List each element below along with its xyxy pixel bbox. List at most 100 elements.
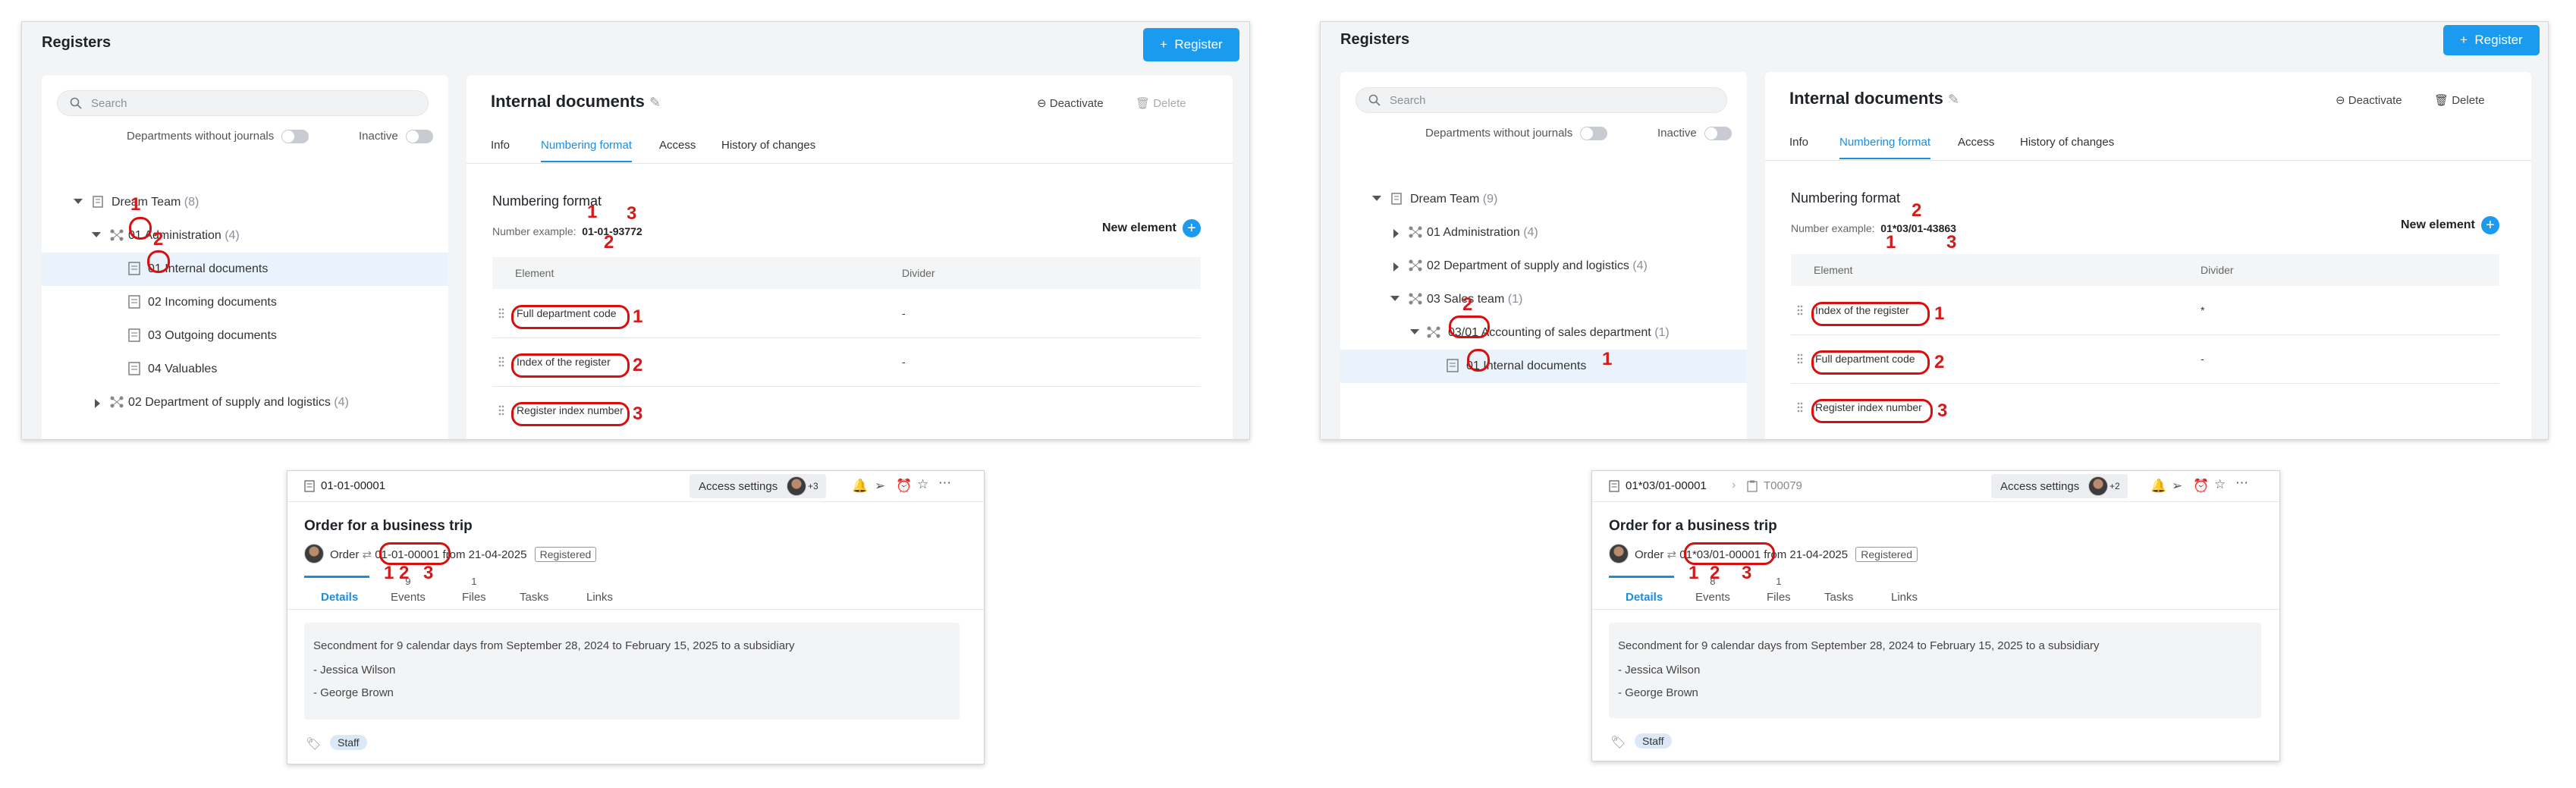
register-details: Internal documents ✎ ⊖ Deactivate 🗑 Dele… [1765, 72, 2531, 439]
tab-info[interactable]: Info [1789, 136, 1808, 158]
toggle-inactive[interactable]: Inactive [1657, 127, 1732, 141]
delete-button[interactable]: 🗑 Delete [1136, 96, 1186, 110]
tab-numbering-format[interactable]: Numbering format [541, 139, 633, 162]
tree-item-administration[interactable]: 01 Administration (4) [42, 219, 448, 253]
tab-info[interactable]: Info [491, 139, 510, 161]
toggle-switch[interactable] [1580, 127, 1608, 141]
tree-item-accounting-sales[interactable]: 03/01 Accounting of sales department (1) [1340, 316, 1747, 350]
tree-item-incoming-documents[interactable]: 02 Incoming documents [42, 286, 448, 319]
annotation-number: 2 [1912, 200, 1922, 221]
annotation-number: 1 [1934, 303, 1945, 324]
register-button[interactable]: + Register [1143, 28, 1239, 61]
toggle-switch[interactable] [1704, 127, 1732, 141]
annotation-ring [147, 250, 170, 273]
tab-links[interactable]: Links [586, 591, 613, 604]
tab-files[interactable]: 1 Files [1767, 576, 1791, 604]
drag-handle-icon[interactable] [1797, 305, 1803, 316]
access-settings-button[interactable]: Access settings +3 [690, 474, 826, 498]
tab-events[interactable]: 8 Events [1695, 576, 1730, 604]
tag-badge[interactable]: Staff [330, 735, 367, 750]
tree-item-internal-documents[interactable]: 01 Internal documents [1340, 350, 1747, 383]
tab-files[interactable]: 1 Files [462, 576, 486, 604]
annotation-ring [1811, 350, 1930, 375]
deactivate-button[interactable]: ⊖ Deactivate [2336, 93, 2402, 107]
content-line: Secondment for 9 calendar days from Sept… [313, 639, 795, 652]
deactivate-button[interactable]: ⊖ Deactivate [1037, 96, 1104, 110]
annotation-ring [1811, 302, 1930, 326]
column-header: Element [1814, 264, 1853, 276]
tree-item-supply-logistics[interactable]: 02 Department of supply and logistics (4… [1340, 250, 1747, 283]
chevron-down-icon[interactable] [1372, 196, 1381, 201]
tab-links[interactable]: Links [1891, 591, 1918, 604]
tree-item-internal-documents[interactable]: 01 Internal documents [42, 253, 448, 286]
drag-handle-icon[interactable] [1797, 353, 1803, 364]
chevron-down-icon[interactable] [74, 199, 83, 204]
tab-tasks[interactable]: Tasks [520, 591, 548, 604]
access-settings-button[interactable]: Access settings +2 [1991, 474, 2128, 498]
bell-icon[interactable]: 🔔 [852, 479, 868, 494]
tree-item-outgoing-documents[interactable]: 03 Outgoing documents [42, 319, 448, 353]
tab-details[interactable]: Details [321, 591, 358, 604]
tree-item-valuables[interactable]: 04 Valuables [42, 353, 448, 386]
tab-history[interactable]: History of changes [721, 139, 815, 161]
clock-icon[interactable]: ⏰ [896, 479, 912, 494]
document-card-left: 01-01-00001 Access settings +3 🔔 ➢ ⏰ ☆ ⋯… [287, 470, 985, 764]
linked-document[interactable]: T00079 [1764, 479, 1802, 492]
toggle-switch[interactable] [405, 130, 433, 144]
toggle-departments[interactable]: Departments without journals [1425, 127, 1608, 141]
tab-access[interactable]: Access [1958, 136, 1994, 158]
tree-item-sales-team[interactable]: 03 Sales team (1) [1340, 283, 1747, 316]
toggle-inactive-label: Inactive [1657, 127, 1697, 140]
annotation-number: 3 [627, 203, 637, 224]
bell-icon[interactable]: 🔔 [2150, 479, 2166, 494]
toggle-inactive[interactable]: Inactive [359, 130, 433, 144]
divider [1592, 609, 2279, 610]
tree-item-supply-logistics[interactable]: 02 Department of supply and logistics (4… [42, 386, 448, 419]
annotation-ring [1684, 542, 1775, 565]
annotation-number: 1 [1602, 349, 1613, 369]
tree-item-dream-team[interactable]: Dream Team (8) [42, 186, 448, 219]
pencil-icon[interactable]: ✎ [1948, 92, 1959, 107]
tab-tasks[interactable]: Tasks [1824, 591, 1853, 604]
register-button[interactable]: + Register [2443, 25, 2540, 55]
delete-button[interactable]: 🗑 Delete [2434, 93, 2485, 107]
drag-handle-icon[interactable] [498, 308, 504, 319]
drag-handle-icon[interactable] [498, 405, 504, 416]
annotation-number: 1 [1689, 563, 1699, 583]
new-element-button[interactable]: New element + [2401, 216, 2499, 234]
star-icon[interactable]: ☆ [917, 477, 928, 492]
tab-numbering-format[interactable]: Numbering format [1839, 136, 1931, 159]
new-element-button[interactable]: New element + [1102, 219, 1201, 237]
search-input[interactable]: Search [1356, 87, 1727, 113]
journal-icon [128, 295, 140, 309]
clock-icon[interactable]: ⏰ [2193, 479, 2209, 494]
toggle-departments[interactable]: Departments without journals [127, 130, 309, 144]
send-icon[interactable]: ➢ [875, 479, 885, 494]
tab-count: 1 [1776, 576, 1782, 587]
search-input[interactable]: Search [57, 90, 429, 116]
chevron-down-icon[interactable] [92, 232, 101, 237]
tree-item-dream-team[interactable]: Dream Team (9) [1340, 183, 1747, 216]
tag-badge[interactable]: Staff [1635, 733, 1672, 749]
toggle-switch[interactable] [281, 130, 309, 144]
pencil-icon[interactable]: ✎ [649, 95, 661, 110]
tab-details[interactable]: Details [1626, 591, 1663, 604]
org-structure-icon [1409, 226, 1422, 238]
more-icon[interactable]: ⋯ [938, 476, 951, 491]
more-icon[interactable]: ⋯ [2235, 476, 2248, 491]
chevron-down-icon[interactable] [1390, 296, 1400, 301]
tab-events[interactable]: 9 Events [391, 576, 426, 604]
send-icon[interactable]: ➢ [2172, 479, 2182, 494]
tab-count: 1 [471, 576, 477, 587]
tree-item-administration[interactable]: 01 Administration (4) [1340, 216, 1747, 250]
chevron-down-icon[interactable] [1410, 329, 1419, 334]
drag-handle-icon[interactable] [1797, 402, 1803, 413]
star-icon[interactable]: ☆ [2214, 477, 2226, 492]
annotation-number: 1 [633, 306, 643, 327]
chevron-right-icon[interactable] [1393, 229, 1399, 238]
tab-access[interactable]: Access [659, 139, 696, 161]
drag-handle-icon[interactable] [498, 356, 504, 367]
tab-history[interactable]: History of changes [2020, 136, 2114, 158]
chevron-right-icon[interactable] [95, 399, 100, 408]
chevron-right-icon[interactable] [1393, 262, 1399, 272]
